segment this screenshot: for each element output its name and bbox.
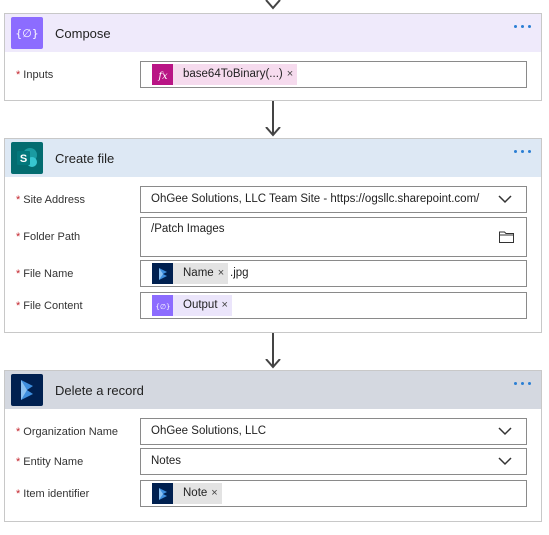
arrow-down-icon xyxy=(265,0,281,10)
site-address-row: * Site Address OhGee Solutions, LLC Team … xyxy=(5,186,541,213)
chevron-down-icon[interactable] xyxy=(498,427,512,436)
folder-path-field[interactable]: /Patch Images xyxy=(140,217,527,257)
inputs-row: * Inputs fx base64ToBinary(...) × xyxy=(5,61,541,88)
chevron-down-icon[interactable] xyxy=(498,195,512,204)
file-content-row: * File Content {∅} Output × xyxy=(5,292,541,319)
organization-name-dropdown[interactable]: OhGee Solutions, LLC xyxy=(140,418,527,445)
card-title: Create file xyxy=(55,150,115,166)
folder-picker-icon[interactable] xyxy=(499,231,514,243)
flow-arrow xyxy=(263,101,283,138)
folder-path-label: * Folder Path xyxy=(16,231,81,243)
file-content-label: * File Content xyxy=(16,300,83,312)
site-address-label: * Site Address xyxy=(16,194,86,206)
arrow-down-icon xyxy=(265,127,281,137)
chevron-down-icon[interactable] xyxy=(498,457,512,466)
file-name-label: * File Name xyxy=(16,268,74,280)
create-file-card: S Create file * Site Address OhGee Soluti… xyxy=(4,138,542,333)
more-options-icon[interactable] xyxy=(514,150,531,153)
site-address-value: OhGee Solutions, LLC Team Site - https:/… xyxy=(151,193,480,205)
item-identifier-field[interactable]: Note × xyxy=(140,480,527,507)
more-options-icon[interactable] xyxy=(514,382,531,385)
more-options-icon[interactable] xyxy=(514,25,531,28)
entity-name-dropdown[interactable]: Notes xyxy=(140,448,527,475)
svg-text:S: S xyxy=(20,153,27,165)
svg-text:{∅}: {∅} xyxy=(16,27,38,40)
remove-token-icon[interactable]: × xyxy=(211,483,221,504)
dynamics-icon xyxy=(152,483,173,504)
inputs-label: * Inputs xyxy=(16,69,54,81)
fx-icon: fx xyxy=(152,64,173,85)
file-name-suffix: .jpg xyxy=(230,267,249,279)
organization-name-label: * Organization Name xyxy=(16,426,119,438)
folder-path-value: /Patch Images xyxy=(151,223,225,235)
inputs-field[interactable]: fx base64ToBinary(...) × xyxy=(140,61,527,88)
compose-braces-icon: {∅} xyxy=(152,295,173,316)
file-name-field[interactable]: Name × .jpg xyxy=(140,260,527,287)
entity-name-value: Notes xyxy=(151,455,182,467)
dynamic-content-token[interactable]: Note × xyxy=(152,483,222,504)
compose-card-header[interactable]: {∅} Compose xyxy=(5,14,541,52)
delete-record-card-header[interactable]: Delete a record xyxy=(5,371,541,409)
site-address-dropdown[interactable]: OhGee Solutions, LLC Team Site - https:/… xyxy=(140,186,527,213)
svg-text:{∅}: {∅} xyxy=(155,303,170,311)
expression-token[interactable]: fx base64ToBinary(...) × xyxy=(152,64,298,85)
dynamics-icon xyxy=(11,374,43,406)
card-title: Compose xyxy=(55,25,111,41)
arrow-down-icon xyxy=(265,359,281,369)
item-identifier-row: * Item identifier Note × xyxy=(5,480,541,507)
delete-record-card: Delete a record * Organization Name OhGee… xyxy=(4,370,542,522)
folder-path-row: * Folder Path /Patch Images xyxy=(5,217,541,257)
remove-token-icon[interactable]: × xyxy=(222,295,232,316)
sharepoint-icon: S xyxy=(11,142,43,174)
dynamics-icon xyxy=(152,263,173,284)
entity-name-row: * Entity Name Notes xyxy=(5,448,541,475)
entity-name-label: * Entity Name xyxy=(16,456,84,468)
file-content-field[interactable]: {∅} Output × xyxy=(140,292,527,319)
compose-braces-icon: {∅} xyxy=(11,17,43,49)
dynamic-content-token[interactable]: {∅} Output × xyxy=(152,295,232,316)
remove-token-icon[interactable]: × xyxy=(287,64,297,85)
flow-arrow-top xyxy=(263,0,283,12)
item-identifier-label: * Item identifier xyxy=(16,488,90,500)
compose-card: {∅} Compose * Inputs fx base64ToBinary(..… xyxy=(4,13,542,101)
svg-text:fx: fx xyxy=(157,71,168,82)
card-title: Delete a record xyxy=(55,382,144,398)
create-file-card-header[interactable]: S Create file xyxy=(5,139,541,177)
organization-name-value: OhGee Solutions, LLC xyxy=(151,425,267,437)
remove-token-icon[interactable]: × xyxy=(218,263,228,284)
dynamic-content-token[interactable]: Name × xyxy=(152,263,229,284)
organization-name-row: * Organization Name OhGee Solutions, LLC xyxy=(5,418,541,445)
flow-arrow xyxy=(263,333,283,370)
file-name-row: * File Name Name × .jpg xyxy=(5,260,541,287)
